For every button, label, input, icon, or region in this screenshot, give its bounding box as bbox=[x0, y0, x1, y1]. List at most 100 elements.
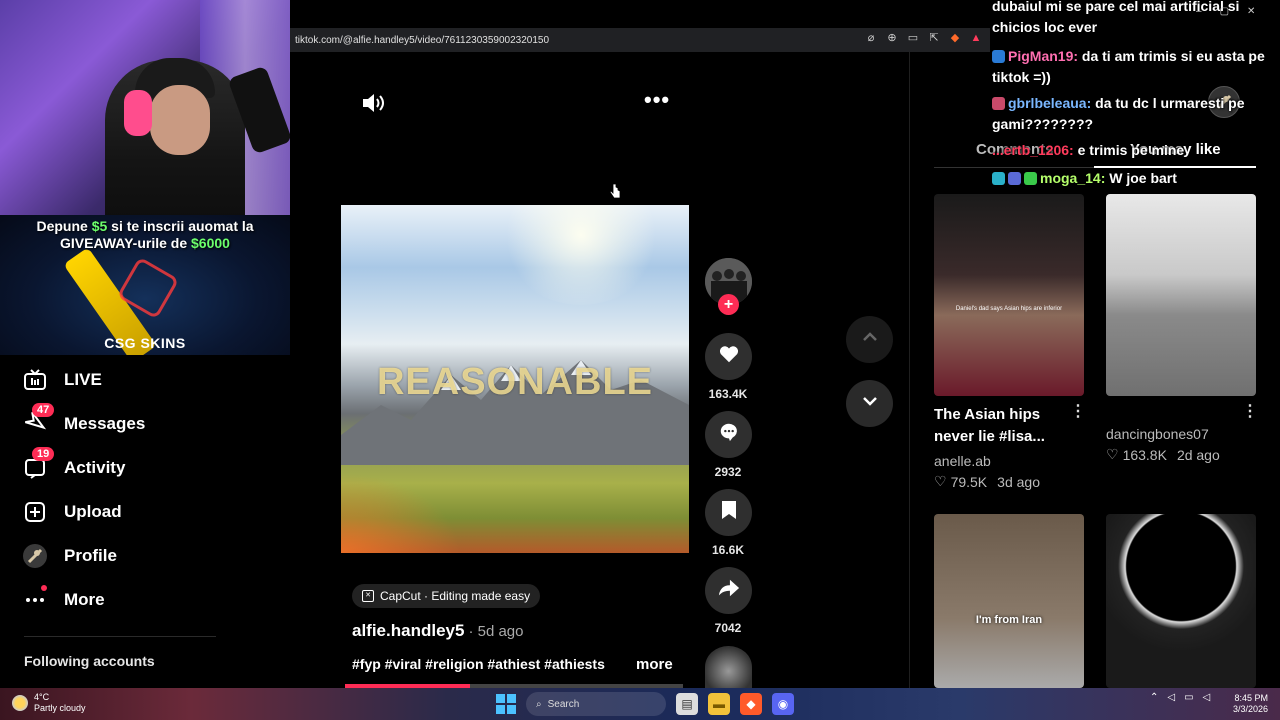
sound-avatar[interactable] bbox=[705, 646, 752, 688]
comment-icon bbox=[718, 421, 740, 448]
webcam-headset bbox=[124, 90, 152, 136]
save-count: 16.6K bbox=[711, 543, 745, 557]
sidebar-item-more[interactable]: More bbox=[22, 585, 105, 615]
brave-browser-icon[interactable]: ◆ bbox=[740, 693, 762, 715]
activity-icon: 19 bbox=[22, 447, 55, 481]
sidebar-item-live[interactable]: LIVE bbox=[22, 365, 102, 395]
chat-badge-icon bbox=[992, 172, 1005, 185]
sidebar-item-upload[interactable]: Upload bbox=[22, 497, 122, 527]
recommended-meta-2: ♡ 163.8K 2d ago bbox=[1106, 446, 1220, 463]
chat-badge-icon bbox=[1024, 172, 1037, 185]
sidebar-item-label: Activity bbox=[64, 458, 126, 477]
author-name[interactable]: alfie.handley5 bbox=[352, 621, 464, 640]
capcut-label: CapCut · Editing made easy bbox=[380, 589, 531, 603]
zoom-icon[interactable]: ⊕ bbox=[886, 32, 898, 44]
recommended-age-1: 3d ago bbox=[997, 473, 1040, 490]
video-overlay-text: REASONABLE bbox=[376, 361, 654, 403]
clock-date: 3/3/2026 bbox=[1232, 704, 1268, 714]
video-light-glow bbox=[341, 473, 461, 553]
like-count: 163.4K bbox=[708, 387, 748, 401]
windows-start-icon[interactable] bbox=[496, 694, 516, 714]
address-bar[interactable]: tiktok.com/@alfie.handley5/video/7611230… bbox=[295, 35, 549, 46]
maximize-icon[interactable]: ▢ bbox=[1220, 6, 1229, 17]
sidebar-item-label: More bbox=[64, 590, 105, 609]
chat-badge-icon bbox=[992, 50, 1005, 63]
mic-off-icon[interactable]: ⌀ bbox=[865, 32, 877, 44]
chat-message: moga_14: W joe bart bbox=[992, 168, 1272, 189]
more-icon bbox=[22, 585, 48, 613]
windows-taskbar: 4°C Partly cloudy ⌕ Search ▤ ▬ ◆ ◉ ⌃ ◁ ▭ ◁… bbox=[0, 688, 1280, 720]
brave-shield-icon[interactable]: ◆ bbox=[949, 32, 961, 44]
share-arrow-icon bbox=[718, 577, 740, 604]
volume-icon[interactable] bbox=[360, 90, 386, 116]
next-video-button[interactable] bbox=[846, 380, 893, 427]
search-icon: ⌕ bbox=[536, 698, 542, 710]
activity-badge: 19 bbox=[32, 447, 55, 461]
share-button[interactable] bbox=[705, 567, 752, 614]
discord-icon[interactable]: ◉ bbox=[772, 693, 794, 715]
taskbar-search[interactable]: ⌕ Search bbox=[526, 692, 666, 716]
mouse-cursor-icon bbox=[609, 183, 621, 199]
taskbar-clock[interactable]: 8:45 PM 3/3/2026 bbox=[1228, 693, 1268, 715]
network-icon[interactable]: ▭ bbox=[1184, 692, 1193, 703]
video-frame[interactable]: REASONABLE bbox=[341, 205, 689, 553]
recommended-likes-1: 79.5K bbox=[950, 473, 988, 490]
chat-message: gbrlbeleaua: da tu dc l urmaresti pe gam… bbox=[992, 95, 1245, 132]
sponsor-banner: Depune $5 si te inscrii auomat la GIVEAW… bbox=[0, 215, 290, 355]
file-icon[interactable]: ▤ bbox=[676, 693, 698, 715]
video-hashtags[interactable]: #fyp #viral #religion #athiest #athiests bbox=[352, 656, 605, 672]
recommended-thumb-2[interactable] bbox=[1106, 194, 1256, 396]
folder-icon[interactable]: ▬ bbox=[708, 693, 730, 715]
recommended-title-1[interactable]: The Asian hips never lie #lisa... bbox=[934, 404, 1074, 448]
messages-badge: 47 bbox=[32, 403, 55, 417]
recommended-thumb-1[interactable]: Daniel's dad says Asian hips are inferio… bbox=[934, 194, 1084, 396]
capcut-link[interactable]: ✕ CapCut · Editing made easy bbox=[352, 584, 541, 608]
previous-video-button[interactable] bbox=[846, 316, 893, 363]
volume-tray-icon[interactable]: ◁ bbox=[1167, 692, 1175, 703]
clock-time: 8:45 PM bbox=[1234, 693, 1268, 703]
chevron-up-icon[interactable]: ⌃ bbox=[1150, 692, 1158, 703]
video-author[interactable]: alfie.handley5 · 5d ago bbox=[352, 621, 523, 641]
window-controls: – ▢ ✕ bbox=[1196, 6, 1255, 17]
follow-plus-button[interactable]: + bbox=[718, 294, 739, 315]
weather-icon bbox=[12, 695, 28, 711]
recommended-thumb-3[interactable]: I'm from Iran bbox=[934, 514, 1084, 688]
right-panel-divider bbox=[909, 52, 910, 688]
thumb-overlay-text: Daniel's dad says Asian hips are inferio… bbox=[955, 306, 1063, 312]
upload-icon bbox=[22, 499, 48, 525]
sidebar-item-profile[interactable]: Profile bbox=[22, 541, 117, 571]
sidebar-item-activity[interactable]: 19 Activity bbox=[22, 447, 126, 483]
card-menu-icon[interactable]: ⋮ bbox=[1070, 404, 1086, 420]
rewards-icon[interactable]: ▲ bbox=[970, 32, 982, 44]
recommended-meta-1: ♡ 79.5K 3d ago bbox=[934, 473, 1040, 490]
caption-more-button[interactable]: more bbox=[636, 656, 673, 673]
recommended-author-2[interactable]: dancingbones07 bbox=[1106, 426, 1209, 442]
recommended-likes-2: 163.8K bbox=[1122, 446, 1167, 463]
minimize-icon[interactable]: – bbox=[1196, 6, 1202, 17]
share-icon[interactable]: ⇱ bbox=[928, 32, 940, 44]
sidebar-item-messages[interactable]: 47 Messages bbox=[22, 403, 145, 439]
system-tray: ⌃ ◁ ▭ ◁ bbox=[1150, 692, 1210, 703]
sponsor-line-1: Depune $5 si te inscrii auomat la bbox=[36, 218, 254, 234]
card-menu-icon[interactable]: ⋮ bbox=[1242, 404, 1258, 420]
video-options-icon[interactable]: ••• bbox=[644, 89, 670, 111]
chat-message: PigMan19: da ti am trimis si eu asta pe … bbox=[992, 48, 1265, 85]
close-icon[interactable]: ✕ bbox=[1247, 6, 1255, 17]
like-button[interactable] bbox=[705, 333, 752, 380]
chat-badge-icon bbox=[992, 97, 1005, 110]
recommended-age-2: 2d ago bbox=[1176, 446, 1220, 463]
recommended-author-1[interactable]: anelle.ab bbox=[934, 453, 991, 469]
pip-icon[interactable]: ▭ bbox=[907, 32, 919, 44]
heart-outline-icon: ♡ bbox=[934, 473, 947, 489]
save-button[interactable] bbox=[705, 489, 752, 536]
weather-widget[interactable]: 4°C Partly cloudy bbox=[12, 692, 86, 714]
comment-button[interactable] bbox=[705, 411, 752, 458]
messages-icon: 47 bbox=[22, 403, 55, 437]
speaker-icon[interactable]: ◁ bbox=[1203, 692, 1211, 703]
profile-avatar bbox=[22, 543, 48, 569]
thumb-caption: I'm from Iran bbox=[975, 614, 1043, 626]
comment-count: 2932 bbox=[714, 465, 742, 479]
sidebar-item-label: LIVE bbox=[64, 370, 102, 389]
recommended-thumb-4[interactable] bbox=[1106, 514, 1256, 688]
post-age: · 5d ago bbox=[468, 623, 524, 640]
